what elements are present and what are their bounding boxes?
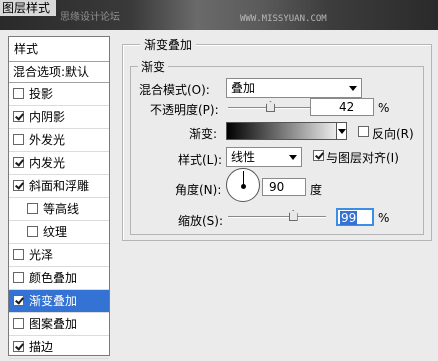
sidebar-item-checkbox[interactable] bbox=[13, 111, 24, 122]
sidebar-item-checkbox[interactable] bbox=[13, 272, 24, 283]
sidebar-item-label: 渐变叠加 bbox=[29, 294, 78, 308]
sidebar-item[interactable]: 等高线 bbox=[9, 198, 109, 221]
opacity-label: 不透明度(P): bbox=[150, 103, 219, 117]
angle-label: 角度(N): bbox=[175, 183, 222, 197]
sidebar-item[interactable]: 图案叠加 bbox=[9, 313, 109, 336]
opacity-input[interactable]: 42 bbox=[310, 98, 374, 116]
sidebar-header[interactable]: 样式 bbox=[9, 37, 109, 62]
chevron-down-icon bbox=[338, 129, 346, 134]
sidebar-item[interactable]: 外发光 bbox=[9, 129, 109, 152]
sidebar-item-label: 内阴影 bbox=[29, 110, 66, 124]
sidebar-item[interactable]: 渐变叠加 bbox=[9, 290, 109, 313]
blend-mode-value: 叠加 bbox=[231, 81, 256, 95]
gradient-preview[interactable] bbox=[226, 122, 346, 140]
sidebar-item-checkbox[interactable] bbox=[13, 134, 24, 145]
style-select[interactable]: 线性 bbox=[226, 147, 302, 167]
sidebar-item-label: 图案叠加 bbox=[29, 317, 78, 331]
angle-center-dot bbox=[241, 184, 246, 189]
sidebar-item[interactable]: 纹理 bbox=[9, 221, 109, 244]
scale-slider-track[interactable] bbox=[228, 216, 326, 218]
sidebar-item[interactable]: 投影 bbox=[9, 83, 109, 106]
sidebar-item[interactable]: 描边 bbox=[9, 336, 109, 359]
sidebar-item[interactable]: 光泽 bbox=[9, 244, 109, 267]
reverse-label: 反向(R) bbox=[372, 127, 414, 141]
opacity-value: 42 bbox=[339, 100, 355, 114]
window-title: 图层样式 bbox=[0, 0, 57, 16]
chevron-down-icon bbox=[289, 155, 297, 160]
group-title: 渐变叠加 bbox=[140, 36, 197, 53]
angle-input[interactable]: 90 bbox=[262, 178, 306, 196]
sidebar-item-label: 描边 bbox=[29, 340, 54, 354]
style-label: 样式(L): bbox=[178, 153, 223, 167]
angle-value: 90 bbox=[269, 180, 285, 194]
sidebar-item-checkbox[interactable] bbox=[13, 157, 24, 168]
subgroup-title: 渐变 bbox=[138, 58, 169, 75]
watermark-right: WWW.MISSYUAN.COM bbox=[240, 14, 327, 24]
gradient-picker-button[interactable] bbox=[336, 122, 347, 140]
sidebar-item-label: 内发光 bbox=[29, 156, 66, 170]
align-with-layer-checkbox[interactable] bbox=[313, 150, 324, 161]
sidebar-blend-options[interactable]: 混合选项:默认 bbox=[9, 62, 109, 83]
sidebar-item-checkbox[interactable] bbox=[13, 249, 24, 260]
chevron-down-icon bbox=[349, 86, 357, 91]
style-value: 线性 bbox=[231, 150, 256, 164]
sidebar-item-label: 光泽 bbox=[29, 248, 54, 262]
sidebar-item-label: 投影 bbox=[29, 87, 54, 101]
sidebar-item-label: 颜色叠加 bbox=[29, 271, 78, 285]
reverse-checkbox[interactable] bbox=[358, 126, 369, 137]
sidebar-item-label: 斜面和浮雕 bbox=[29, 179, 90, 193]
gradient-label: 渐变: bbox=[189, 127, 218, 141]
sidebar-item[interactable]: 斜面和浮雕 bbox=[9, 175, 109, 198]
sidebar-item-checkbox[interactable] bbox=[13, 318, 24, 329]
blend-mode-label: 混合模式(O): bbox=[139, 83, 210, 97]
sidebar-item-checkbox[interactable] bbox=[13, 341, 24, 352]
sidebar-item[interactable]: 内阴影 bbox=[9, 106, 109, 129]
sidebar-item-label: 外发光 bbox=[29, 133, 66, 147]
sidebar-item-checkbox[interactable] bbox=[27, 203, 38, 214]
sidebar-item-label: 等高线 bbox=[43, 202, 80, 216]
sidebar-item[interactable]: 内发光 bbox=[9, 152, 109, 175]
scale-label: 缩放(S): bbox=[178, 214, 224, 228]
watermark-left: 思缘设计论坛 bbox=[60, 12, 120, 23]
scale-value: 99 bbox=[340, 211, 358, 225]
scale-unit: % bbox=[378, 211, 390, 225]
sidebar-item-checkbox[interactable] bbox=[27, 226, 38, 237]
angle-unit: 度 bbox=[310, 183, 323, 197]
align-with-layer-label: 与图层对齐(I) bbox=[326, 151, 399, 165]
styles-sidebar: 样式 混合选项:默认 投影内阴影外发光内发光斜面和浮雕等高线纹理光泽颜色叠加渐变… bbox=[8, 36, 110, 359]
scale-input[interactable]: 99 bbox=[336, 208, 374, 226]
sidebar-item-checkbox[interactable] bbox=[13, 295, 24, 306]
opacity-unit: % bbox=[378, 101, 390, 115]
sidebar-items: 投影内阴影外发光内发光斜面和浮雕等高线纹理光泽颜色叠加渐变叠加图案叠加描边 bbox=[9, 83, 109, 359]
sidebar-item-checkbox[interactable] bbox=[13, 180, 24, 191]
sidebar-item-checkbox[interactable] bbox=[13, 88, 24, 99]
blend-mode-select[interactable]: 叠加 bbox=[226, 78, 362, 98]
title-bar: 图层样式 思缘设计论坛 WWW.MISSYUAN.COM bbox=[0, 0, 438, 30]
sidebar-item-label: 纹理 bbox=[43, 225, 68, 239]
sidebar-item[interactable]: 颜色叠加 bbox=[9, 267, 109, 290]
angle-dial[interactable] bbox=[226, 168, 260, 202]
